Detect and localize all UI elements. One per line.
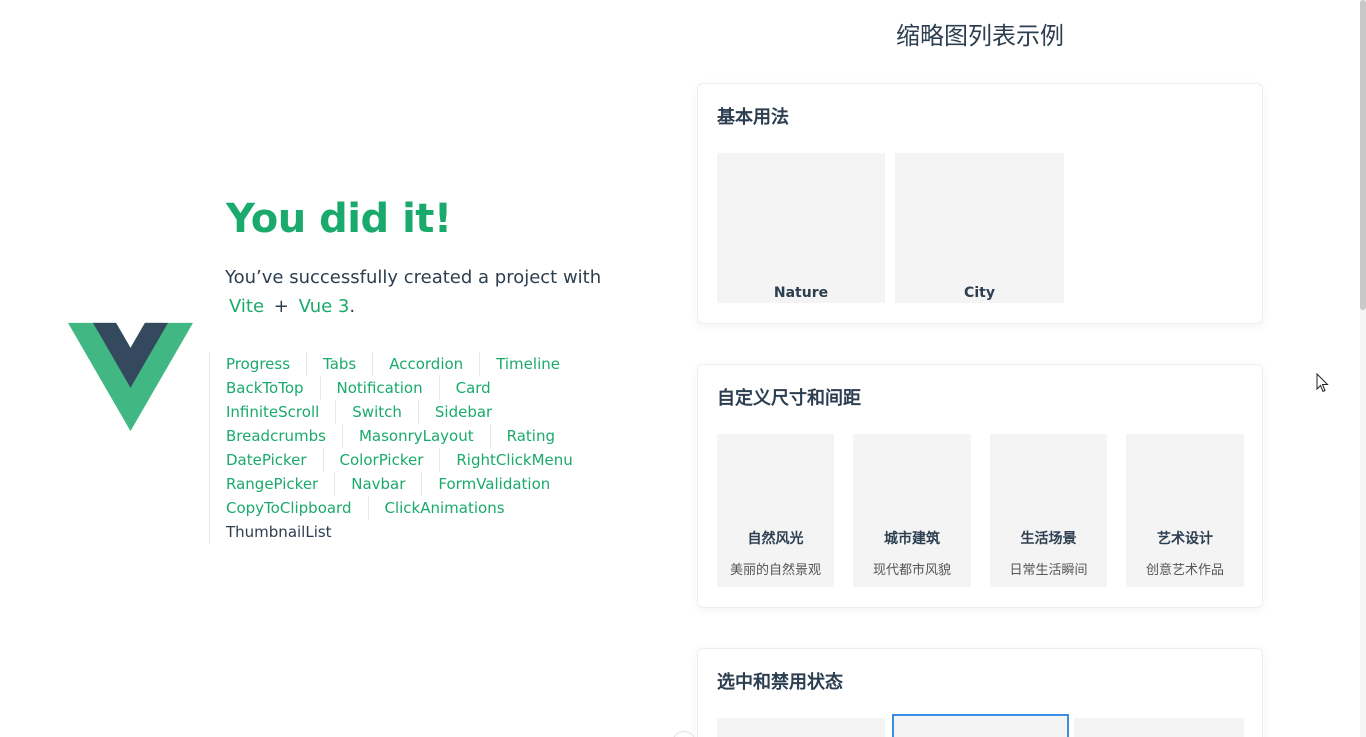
nav-link-notification[interactable]: Notification [319,376,439,400]
thumbnail-item-disabled [1074,718,1244,737]
period: . [349,296,356,317]
nav-row: ThumbnailList [210,520,590,544]
nav-row: DatePicker ColorPicker RightClickMenu [210,448,590,472]
thumbnail-item[interactable]: 生活场景 日常生活瞬间 [990,434,1107,587]
nav-link-card[interactable]: Card [438,376,507,400]
nav-link-breadcrumbs[interactable]: Breadcrumbs [210,424,342,448]
card-custom-size: 自定义尺寸和间距 自然风光 美丽的自然景观 城市建筑 现代都市风貌 生活场景 日… [697,364,1263,608]
component-nav: Progress Tabs Accordion Timeline BackToTop No… [209,352,590,544]
thumbnail-label: 生活场景 [1020,531,1077,547]
vue-logo [68,322,193,432]
page: You did it! You’ve successfully created … [0,0,1366,737]
back-to-top-button[interactable] [672,731,696,737]
thumbnail-desc: 创意艺术作品 [1145,563,1224,578]
nav-row: Progress Tabs Accordion Timeline [210,352,590,376]
thumbnail-label: Nature [773,285,829,301]
nav-link-rightclickmenu[interactable]: RightClickMenu [439,448,588,472]
nav-link-sidebar[interactable]: Sidebar [417,400,508,424]
nav-row: Breadcrumbs MasonryLayout Rating [210,424,590,448]
thumbnail-item[interactable]: Nature [717,153,885,303]
vite-link[interactable]: Vite [229,296,264,317]
scrollbar[interactable] [1360,0,1366,737]
card-selected-disabled: 选中和禁用状态 [697,648,1263,737]
nav-row: InfiniteScroll Switch Sidebar [210,400,590,424]
plus-sign: + [273,296,289,317]
nav-link-datepicker[interactable]: DatePicker [210,448,323,472]
thumbnail-item[interactable]: 艺术设计 创意艺术作品 [1126,434,1244,587]
card-title: 基本用法 [717,107,789,128]
page-title: 缩略图列表示例 [896,22,1064,50]
scrollbar-thumb[interactable] [1360,0,1366,310]
nav-link-rangepicker[interactable]: RangePicker [210,472,334,496]
thumbnail-item[interactable] [717,718,885,737]
thumbnail-desc: 现代都市风貌 [872,563,951,578]
thumbnail-label: 艺术设计 [1157,531,1213,547]
thumbnail-label: 自然风光 [747,531,804,547]
card-basic-usage: 基本用法 Nature City [697,83,1263,324]
thumbnail-item-selected[interactable] [892,714,1069,737]
nav-link-switch[interactable]: Switch [335,400,418,424]
nav-link-formvalidation[interactable]: FormValidation [421,472,566,496]
nav-link-clickanimations[interactable]: ClickAnimations [367,496,521,520]
nav-link-thumbnaillist[interactable]: ThumbnailList [210,520,348,544]
nav-link-colorpicker[interactable]: ColorPicker [322,448,440,472]
thumbnail-label: 城市建筑 [884,531,940,547]
mouse-cursor-icon [1316,373,1329,393]
nav-row: CopyToClipboard ClickAnimations [210,496,590,520]
thumbnail-item[interactable]: City [895,153,1064,303]
nav-link-navbar[interactable]: Navbar [334,472,421,496]
nav-row: RangePicker Navbar FormValidation [210,472,590,496]
thumbnail-desc: 日常生活瞬间 [1009,563,1088,578]
thumbnail-item[interactable]: 自然风光 美丽的自然景观 [717,434,834,587]
thumbnail-desc: 美丽的自然景观 [729,563,821,578]
vue-link[interactable]: Vue 3 [299,296,350,317]
nav-link-infinitescroll[interactable]: InfiniteScroll [210,400,335,424]
nav-link-masonrylayout[interactable]: MasonryLayout [341,424,490,448]
nav-link-progress[interactable]: Progress [210,352,306,376]
hero-subtitle-text: You’ve successfully created a project wi… [225,267,602,288]
nav-link-accordion[interactable]: Accordion [372,352,479,376]
nav-row: BackToTop Notification Card [210,376,590,400]
hero-title: You did it! [226,196,452,242]
thumbnail-item[interactable]: 城市建筑 现代都市风貌 [853,434,971,587]
nav-link-tabs[interactable]: Tabs [306,352,372,376]
hero-subtitle: You’ve successfully created a project wi… [225,263,605,321]
thumbnail-label: City [964,285,995,301]
card-title: 选中和禁用状态 [717,672,843,693]
card-title: 自定义尺寸和间距 [717,388,861,409]
nav-link-timeline[interactable]: Timeline [479,352,576,376]
nav-link-backtotop[interactable]: BackToTop [210,376,320,400]
nav-link-rating[interactable]: Rating [489,424,571,448]
nav-link-copytoclipboard[interactable]: CopyToClipboard [210,496,368,520]
